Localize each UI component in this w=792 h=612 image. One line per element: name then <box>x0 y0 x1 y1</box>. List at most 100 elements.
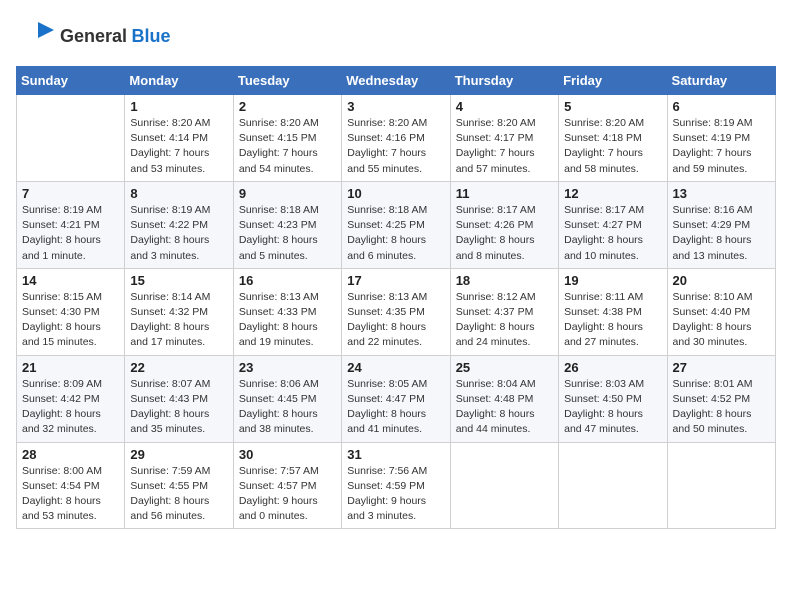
calendar-cell: 6 Sunrise: 8:19 AM Sunset: 4:19 PM Daylig… <box>667 95 775 182</box>
calendar-cell: 22 Sunrise: 8:07 AM Sunset: 4:43 PM Dayli… <box>125 355 233 442</box>
day-number: 27 <box>673 360 770 375</box>
day-number: 26 <box>564 360 661 375</box>
day-info: Sunrise: 8:20 AM Sunset: 4:16 PM Dayligh… <box>347 116 444 177</box>
day-info: Sunrise: 8:18 AM Sunset: 4:25 PM Dayligh… <box>347 203 444 264</box>
calendar-cell: 11 Sunrise: 8:17 AM Sunset: 4:26 PM Dayli… <box>450 181 558 268</box>
day-number: 14 <box>22 273 119 288</box>
day-number: 21 <box>22 360 119 375</box>
calendar-cell: 13 Sunrise: 8:16 AM Sunset: 4:29 PM Dayli… <box>667 181 775 268</box>
day-number: 8 <box>130 186 227 201</box>
weekday-header: Thursday <box>450 67 558 95</box>
day-info: Sunrise: 8:05 AM Sunset: 4:47 PM Dayligh… <box>347 377 444 438</box>
day-number: 29 <box>130 447 227 462</box>
calendar-cell: 31 Sunrise: 7:56 AM Sunset: 4:59 PM Dayli… <box>342 442 450 529</box>
day-number: 16 <box>239 273 336 288</box>
calendar-cell: 9Sunrise: 8:18 AM Sunset: 4:23 PM Daylig… <box>233 181 341 268</box>
day-info: Sunrise: 8:00 AM Sunset: 4:54 PM Dayligh… <box>22 464 119 525</box>
day-number: 31 <box>347 447 444 462</box>
calendar-cell: 29 Sunrise: 7:59 AM Sunset: 4:55 PM Dayli… <box>125 442 233 529</box>
day-number: 1 <box>130 99 227 114</box>
calendar-cell: 30 Sunrise: 7:57 AM Sunset: 4:57 PM Dayli… <box>233 442 341 529</box>
day-info: Sunrise: 8:15 AM Sunset: 4:30 PM Dayligh… <box>22 290 119 351</box>
calendar-cell: 7Sunrise: 8:19 AM Sunset: 4:21 PM Daylig… <box>17 181 125 268</box>
day-info: Sunrise: 8:17 AM Sunset: 4:27 PM Dayligh… <box>564 203 661 264</box>
day-info: Sunrise: 8:09 AM Sunset: 4:42 PM Dayligh… <box>22 377 119 438</box>
logo-icon <box>16 16 56 56</box>
calendar-cell: 15Sunrise: 8:14 AM Sunset: 4:32 PM Dayli… <box>125 268 233 355</box>
calendar-cell <box>559 442 667 529</box>
day-number: 13 <box>673 186 770 201</box>
day-info: Sunrise: 7:56 AM Sunset: 4:59 PM Dayligh… <box>347 464 444 525</box>
weekday-header: Tuesday <box>233 67 341 95</box>
logo-wordmark: General Blue <box>60 26 171 47</box>
day-number: 18 <box>456 273 553 288</box>
day-info: Sunrise: 8:17 AM Sunset: 4:26 PM Dayligh… <box>456 203 553 264</box>
day-number: 12 <box>564 186 661 201</box>
day-info: Sunrise: 8:13 AM Sunset: 4:35 PM Dayligh… <box>347 290 444 351</box>
day-info: Sunrise: 8:13 AM Sunset: 4:33 PM Dayligh… <box>239 290 336 351</box>
day-number: 25 <box>456 360 553 375</box>
day-info: Sunrise: 8:11 AM Sunset: 4:38 PM Dayligh… <box>564 290 661 351</box>
day-info: Sunrise: 8:16 AM Sunset: 4:29 PM Dayligh… <box>673 203 770 264</box>
day-info: Sunrise: 7:57 AM Sunset: 4:57 PM Dayligh… <box>239 464 336 525</box>
calendar-cell: 3 Sunrise: 8:20 AM Sunset: 4:16 PM Daylig… <box>342 95 450 182</box>
calendar-cell: 1 Sunrise: 8:20 AM Sunset: 4:14 PM Daylig… <box>125 95 233 182</box>
calendar-cell: 17 Sunrise: 8:13 AM Sunset: 4:35 PM Dayli… <box>342 268 450 355</box>
day-number: 23 <box>239 360 336 375</box>
calendar-cell: 23Sunrise: 8:06 AM Sunset: 4:45 PM Dayli… <box>233 355 341 442</box>
day-number: 28 <box>22 447 119 462</box>
day-info: Sunrise: 8:19 AM Sunset: 4:19 PM Dayligh… <box>673 116 770 177</box>
day-number: 20 <box>673 273 770 288</box>
day-number: 17 <box>347 273 444 288</box>
day-info: Sunrise: 8:04 AM Sunset: 4:48 PM Dayligh… <box>456 377 553 438</box>
calendar-cell: 27 Sunrise: 8:01 AM Sunset: 4:52 PM Dayli… <box>667 355 775 442</box>
calendar-cell: 26 Sunrise: 8:03 AM Sunset: 4:50 PM Dayli… <box>559 355 667 442</box>
day-info: Sunrise: 8:12 AM Sunset: 4:37 PM Dayligh… <box>456 290 553 351</box>
day-info: Sunrise: 8:20 AM Sunset: 4:14 PM Dayligh… <box>130 116 227 177</box>
weekday-header: Monday <box>125 67 233 95</box>
day-number: 4 <box>456 99 553 114</box>
weekday-header: Saturday <box>667 67 775 95</box>
calendar-cell <box>667 442 775 529</box>
calendar-cell: 16 Sunrise: 8:13 AM Sunset: 4:33 PM Dayli… <box>233 268 341 355</box>
day-number: 7 <box>22 186 119 201</box>
day-number: 22 <box>130 360 227 375</box>
day-info: Sunrise: 8:07 AM Sunset: 4:43 PM Dayligh… <box>130 377 227 438</box>
calendar-cell: 12 Sunrise: 8:17 AM Sunset: 4:27 PM Dayli… <box>559 181 667 268</box>
calendar-cell: 21 Sunrise: 8:09 AM Sunset: 4:42 PM Dayli… <box>17 355 125 442</box>
calendar-cell: 2Sunrise: 8:20 AM Sunset: 4:15 PM Daylig… <box>233 95 341 182</box>
day-info: Sunrise: 7:59 AM Sunset: 4:55 PM Dayligh… <box>130 464 227 525</box>
weekday-header: Friday <box>559 67 667 95</box>
calendar-cell: 28 Sunrise: 8:00 AM Sunset: 4:54 PM Dayli… <box>17 442 125 529</box>
calendar-cell: 18 Sunrise: 8:12 AM Sunset: 4:37 PM Dayli… <box>450 268 558 355</box>
day-info: Sunrise: 8:20 AM Sunset: 4:17 PM Dayligh… <box>456 116 553 177</box>
day-info: Sunrise: 8:01 AM Sunset: 4:52 PM Dayligh… <box>673 377 770 438</box>
day-info: Sunrise: 8:18 AM Sunset: 4:23 PM Dayligh… <box>239 203 336 264</box>
weekday-header: Wednesday <box>342 67 450 95</box>
calendar-cell: 24 Sunrise: 8:05 AM Sunset: 4:47 PM Dayli… <box>342 355 450 442</box>
day-number: 24 <box>347 360 444 375</box>
day-info: Sunrise: 8:20 AM Sunset: 4:18 PM Dayligh… <box>564 116 661 177</box>
page-header: General Blue <box>16 16 776 56</box>
calendar-cell: 4 Sunrise: 8:20 AM Sunset: 4:17 PM Daylig… <box>450 95 558 182</box>
day-info: Sunrise: 8:10 AM Sunset: 4:40 PM Dayligh… <box>673 290 770 351</box>
day-number: 30 <box>239 447 336 462</box>
calendar-cell: 10 Sunrise: 8:18 AM Sunset: 4:25 PM Dayli… <box>342 181 450 268</box>
day-info: Sunrise: 8:03 AM Sunset: 4:50 PM Dayligh… <box>564 377 661 438</box>
calendar-table: SundayMondayTuesdayWednesdayThursdayFrid… <box>16 66 776 529</box>
day-number: 3 <box>347 99 444 114</box>
day-number: 10 <box>347 186 444 201</box>
calendar-cell <box>17 95 125 182</box>
day-number: 2 <box>239 99 336 114</box>
calendar-cell: 19 Sunrise: 8:11 AM Sunset: 4:38 PM Dayli… <box>559 268 667 355</box>
logo: General Blue <box>16 16 171 56</box>
weekday-header: Sunday <box>17 67 125 95</box>
day-number: 5 <box>564 99 661 114</box>
calendar-cell: 20 Sunrise: 8:10 AM Sunset: 4:40 PM Dayli… <box>667 268 775 355</box>
day-number: 19 <box>564 273 661 288</box>
day-number: 6 <box>673 99 770 114</box>
day-info: Sunrise: 8:19 AM Sunset: 4:22 PM Dayligh… <box>130 203 227 264</box>
calendar-cell: 8 Sunrise: 8:19 AM Sunset: 4:22 PM Daylig… <box>125 181 233 268</box>
calendar-cell: 5 Sunrise: 8:20 AM Sunset: 4:18 PM Daylig… <box>559 95 667 182</box>
day-number: 11 <box>456 186 553 201</box>
